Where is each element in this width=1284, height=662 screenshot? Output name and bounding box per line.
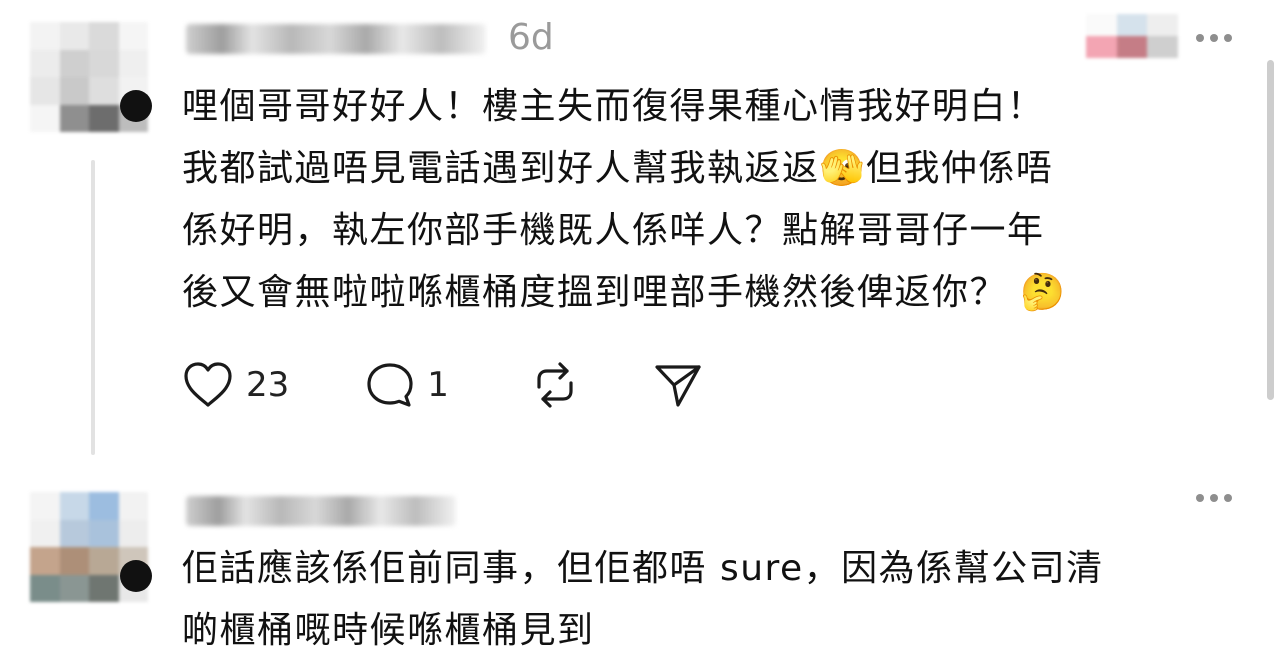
more-dots-icon[interactable] [1196,34,1232,42]
post-time: 6d [508,17,554,58]
share-button[interactable] [653,361,703,409]
reply-button[interactable]: 1 [365,361,449,409]
follow-badge[interactable] [120,560,152,592]
reply-avatar[interactable] [1086,14,1178,58]
scrollbar[interactable] [1267,60,1274,400]
username[interactable] [186,496,456,526]
like-count: 23 [246,365,290,405]
thread-line [91,160,95,455]
more-dots-icon[interactable] [1196,494,1232,502]
repost-arrows-icon [537,362,573,408]
speech-bubble-icon [367,363,413,407]
post-body: 佢話應該係佢前同事，但佢都唔 sure，因為係幫公司清 啲櫃桶嘅時候喺櫃桶見到 [182,548,1104,651]
heart-outline-icon [184,362,232,407]
like-button[interactable]: 23 [182,361,289,409]
repost-button[interactable] [529,361,581,409]
action-bar: 23 1 [182,361,703,409]
paper-plane-icon [655,365,701,407]
reply-count: 1 [427,365,449,405]
follow-badge[interactable] [120,90,152,122]
post-body: 哩個哥哥好好人！樓主失而復得果種心情我好明白！ 我都試過唔見電話遇到好人幫我執返… [182,86,1067,313]
username[interactable] [186,24,486,54]
